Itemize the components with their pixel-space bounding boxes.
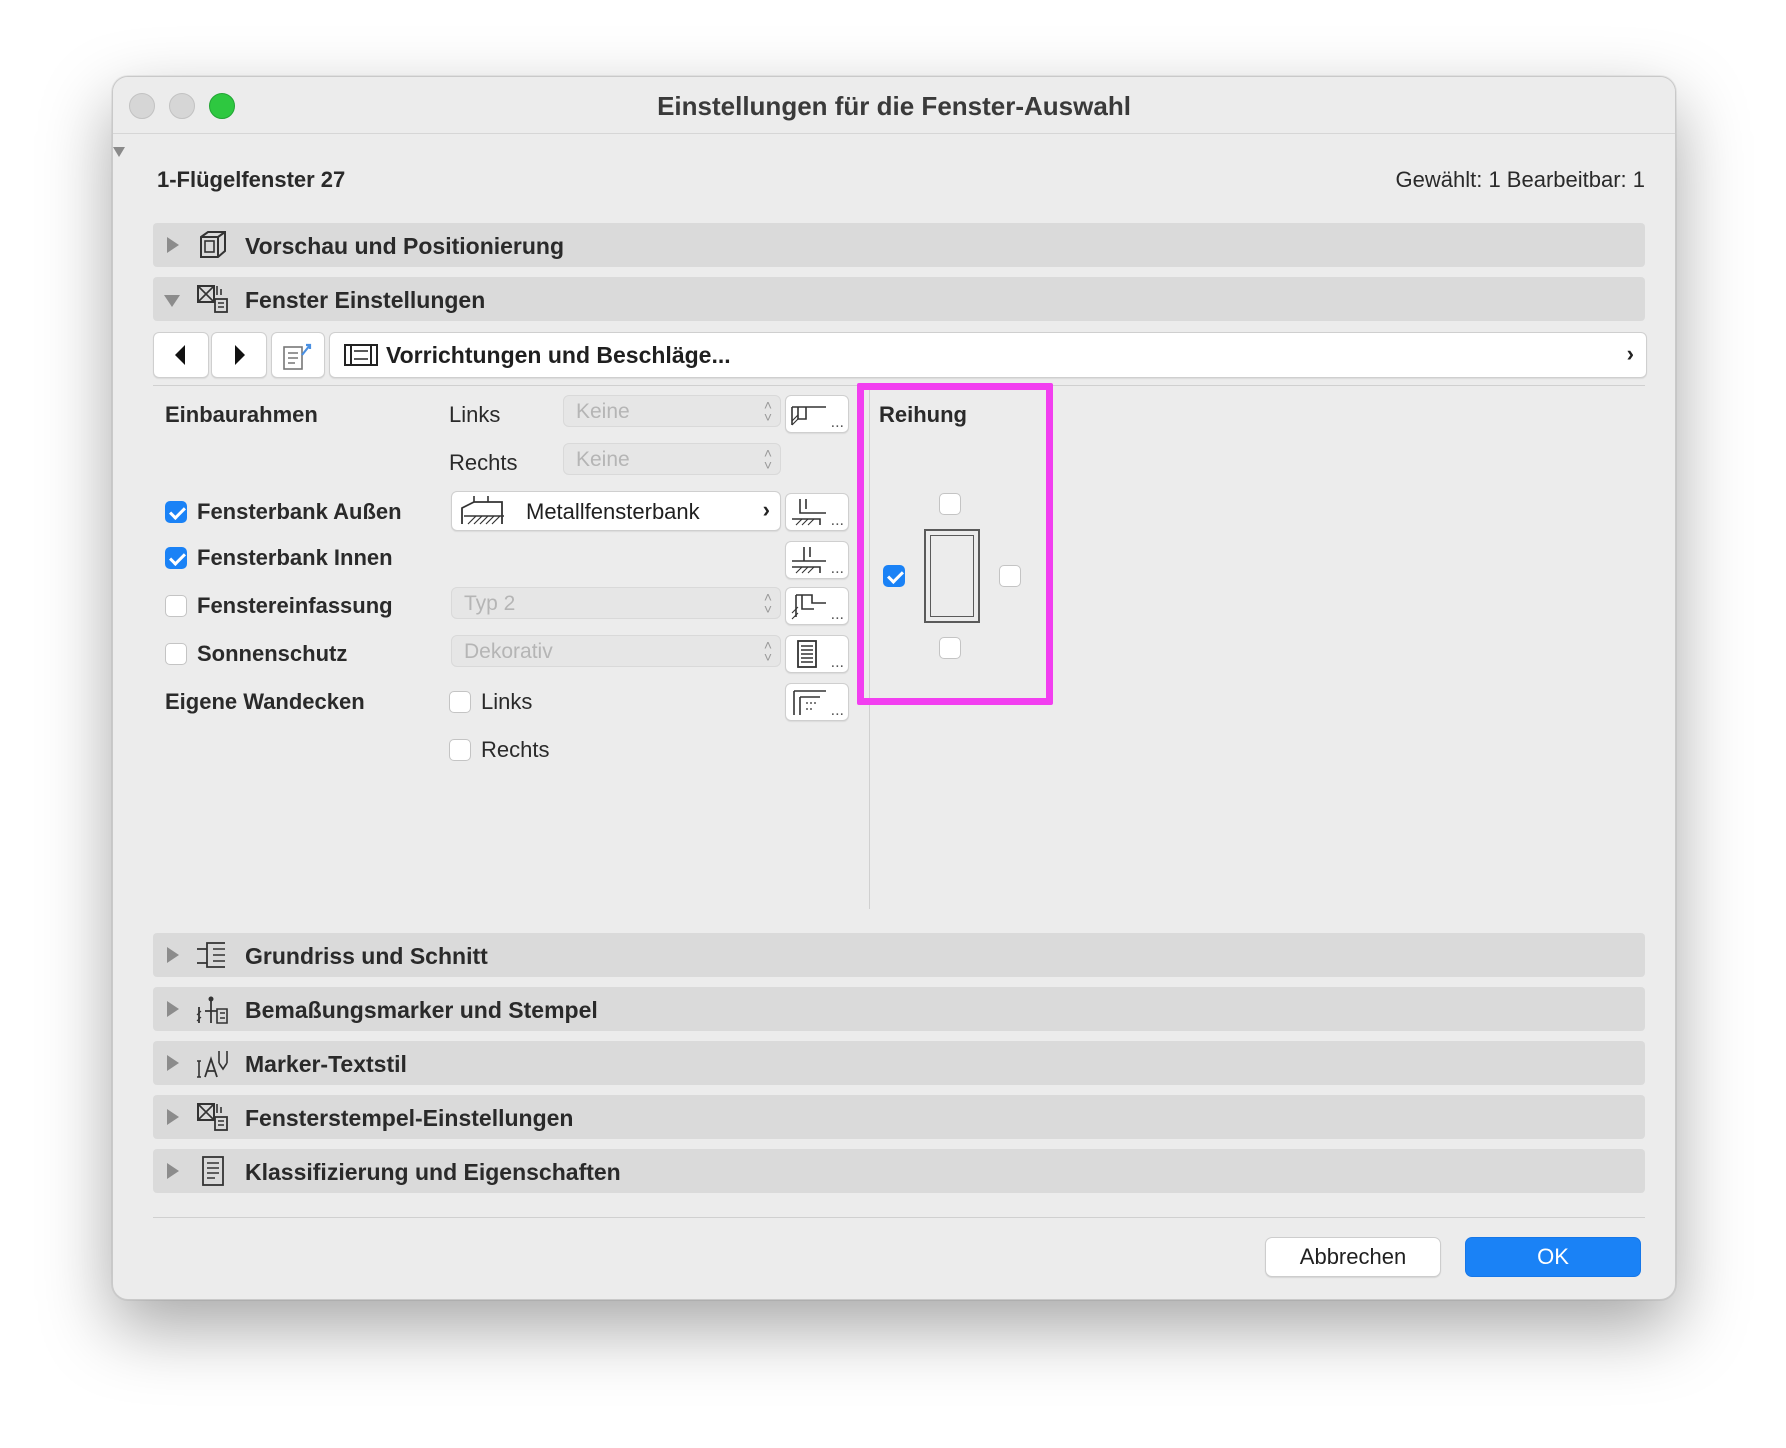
floorplan-section-icon	[197, 942, 225, 968]
fittings-icon	[344, 344, 378, 366]
wall-corner-right-label: Rechts	[481, 737, 550, 762]
previous-page-button[interactable]	[153, 332, 209, 378]
fensterbank-aussen-label: Fensterbank Außen	[197, 499, 402, 524]
more-dots: ...	[830, 512, 844, 529]
section-label: Bemaßungsmarker und Stempel	[245, 997, 598, 1023]
sunshade-type-value: Dekorativ	[464, 640, 553, 663]
frame-right-select[interactable]: Keine ˄ ˅	[563, 443, 781, 475]
sill-outer-icon	[792, 499, 826, 526]
pane-collapse-icon[interactable]	[113, 147, 125, 157]
more-dots: ...	[830, 702, 844, 719]
sonnenschutz-checkbox[interactable]	[165, 643, 187, 665]
page-selector-label: Vorrichtungen und Beschläge...	[386, 342, 731, 368]
casing-type-select[interactable]: Typ 2 ˄ ˅	[451, 587, 781, 619]
updown-arrows-icon: ˄ ˅	[763, 637, 772, 665]
sill-type-button[interactable]: Metallfensterbank ›	[451, 491, 781, 531]
more-dots: ...	[830, 606, 844, 623]
frame-left-settings-button[interactable]: ...	[785, 395, 849, 433]
eigene-wandecken-label: Eigene Wandecken	[165, 689, 365, 714]
chevron-right-icon: ›	[762, 497, 770, 522]
page-list-icon	[283, 343, 312, 370]
more-dots: ...	[830, 654, 844, 671]
section-label: Vorschau und Positionierung	[245, 233, 565, 259]
wall-corner-settings-button[interactable]: ...	[785, 683, 849, 721]
sill-outer-settings-button[interactable]: ...	[785, 493, 849, 531]
fensterbank-innen-label: Fensterbank Innen	[197, 545, 393, 570]
settings-dialog: Einstellungen für die Fenster-Auswahl 1-…	[112, 76, 1676, 1300]
sill-inner-settings-button[interactable]: ...	[785, 541, 849, 579]
section-label: Klassifizierung und Eigenschaften	[245, 1159, 621, 1185]
chevron-right-icon: ›	[1626, 341, 1634, 366]
section-window-stamp[interactable]: Fensterstempel-Einstellungen	[153, 1095, 1645, 1139]
casing-settings-button[interactable]: ...	[785, 587, 849, 625]
wall-corner-left-checkbox[interactable]	[449, 691, 471, 713]
section-label: Grundriss und Schnitt	[245, 943, 488, 969]
casing-profile-icon	[791, 594, 826, 620]
section-floorplan[interactable]: Grundriss und Schnitt	[153, 933, 1645, 977]
updown-arrows-icon: ˄ ˅	[763, 589, 772, 617]
disclosure-triangle-icon[interactable]	[167, 1109, 179, 1125]
wall-corner-left-label: Links	[481, 689, 533, 714]
more-dots: ...	[830, 414, 844, 431]
disclosure-triangle-icon[interactable]	[167, 1163, 179, 1179]
footer-divider	[153, 1217, 1645, 1218]
disclosure-triangle-icon[interactable]	[167, 1055, 179, 1071]
casing-type-value: Typ 2	[464, 592, 516, 615]
section-window-settings[interactable]: Fenster Einstellungen	[153, 277, 1645, 321]
wall-corner-icon	[793, 690, 826, 715]
section-dimension-markers[interactable]: Bemaßungsmarker und Stempel	[153, 987, 1645, 1031]
sill-inner-icon	[792, 547, 826, 574]
fensterbank-innen-checkbox[interactable]	[165, 547, 187, 569]
frame-left-select[interactable]: Keine ˄ ˅	[563, 395, 781, 427]
disclosure-triangle-icon[interactable]	[167, 1001, 179, 1017]
cube-preview-icon	[200, 231, 226, 258]
selection-count: Gewählt: 1 Bearbeitbar: 1	[1395, 167, 1645, 192]
window-stamp-icon	[197, 1103, 228, 1131]
sill-type-value: Metallfensterbank	[526, 499, 700, 524]
sonnenschutz-label: Sonnenschutz	[197, 641, 348, 666]
more-dots: ...	[830, 560, 844, 577]
arrow-right-icon	[235, 345, 245, 365]
section-label: Fenster Einstellungen	[245, 287, 486, 313]
fensterbank-aussen-checkbox[interactable]	[165, 501, 187, 523]
einbaurahmen-label: Einbaurahmen	[165, 402, 318, 427]
disclosure-triangle-icon[interactable]	[167, 947, 179, 963]
section-marker-text-style[interactable]: Marker-Textstil	[153, 1041, 1645, 1085]
sunshade-settings-button[interactable]: ...	[785, 635, 849, 673]
section-label: Marker-Textstil	[245, 1051, 407, 1077]
updown-arrows-icon: ˄ ˅	[763, 397, 772, 425]
sunshade-type-select[interactable]: Dekorativ ˄ ˅	[451, 635, 781, 667]
disclosure-triangle-open-icon[interactable]	[164, 295, 180, 307]
links-label: Links	[449, 402, 501, 427]
title-bar: Einstellungen für die Fenster-Auswahl	[113, 77, 1675, 134]
updown-arrows-icon: ˄ ˅	[763, 445, 772, 473]
arrow-left-icon	[175, 345, 185, 365]
document-properties-icon	[202, 1156, 224, 1186]
dimension-marker-icon	[196, 996, 228, 1024]
page-selector[interactable]: Vorrichtungen und Beschläge... ›	[329, 332, 1647, 378]
frame-profile-icon	[791, 406, 826, 426]
window-title: Einstellungen für die Fenster-Auswahl	[657, 91, 1131, 121]
section-classification[interactable]: Klassifizierung und Eigenschaften	[153, 1149, 1645, 1193]
blinds-icon	[797, 640, 817, 668]
fenstereinfassung-checkbox[interactable]	[165, 595, 187, 617]
metal-sill-icon	[461, 496, 504, 525]
cancel-button[interactable]: Abbrechen	[1265, 1237, 1441, 1277]
frame-left-value: Keine	[576, 400, 630, 423]
wall-corner-right-checkbox[interactable]	[449, 739, 471, 761]
section-preview[interactable]: Vorschau und Positionierung	[153, 223, 1645, 267]
fenstereinfassung-label: Fenstereinfassung	[197, 593, 393, 618]
element-name: 1-Flügelfenster 27	[157, 167, 346, 192]
disclosure-triangle-icon[interactable]	[167, 237, 179, 253]
rechts-label: Rechts	[449, 450, 518, 475]
annotation-highlight-box	[857, 383, 1053, 705]
next-page-button[interactable]	[211, 332, 267, 378]
page-list-button[interactable]	[271, 332, 325, 378]
ok-button[interactable]: OK	[1465, 1237, 1641, 1277]
frame-right-value: Keine	[576, 448, 630, 471]
window-settings-icon	[197, 285, 228, 313]
marker-text-icon	[197, 1051, 228, 1078]
section-label: Fensterstempel-Einstellungen	[245, 1105, 574, 1131]
